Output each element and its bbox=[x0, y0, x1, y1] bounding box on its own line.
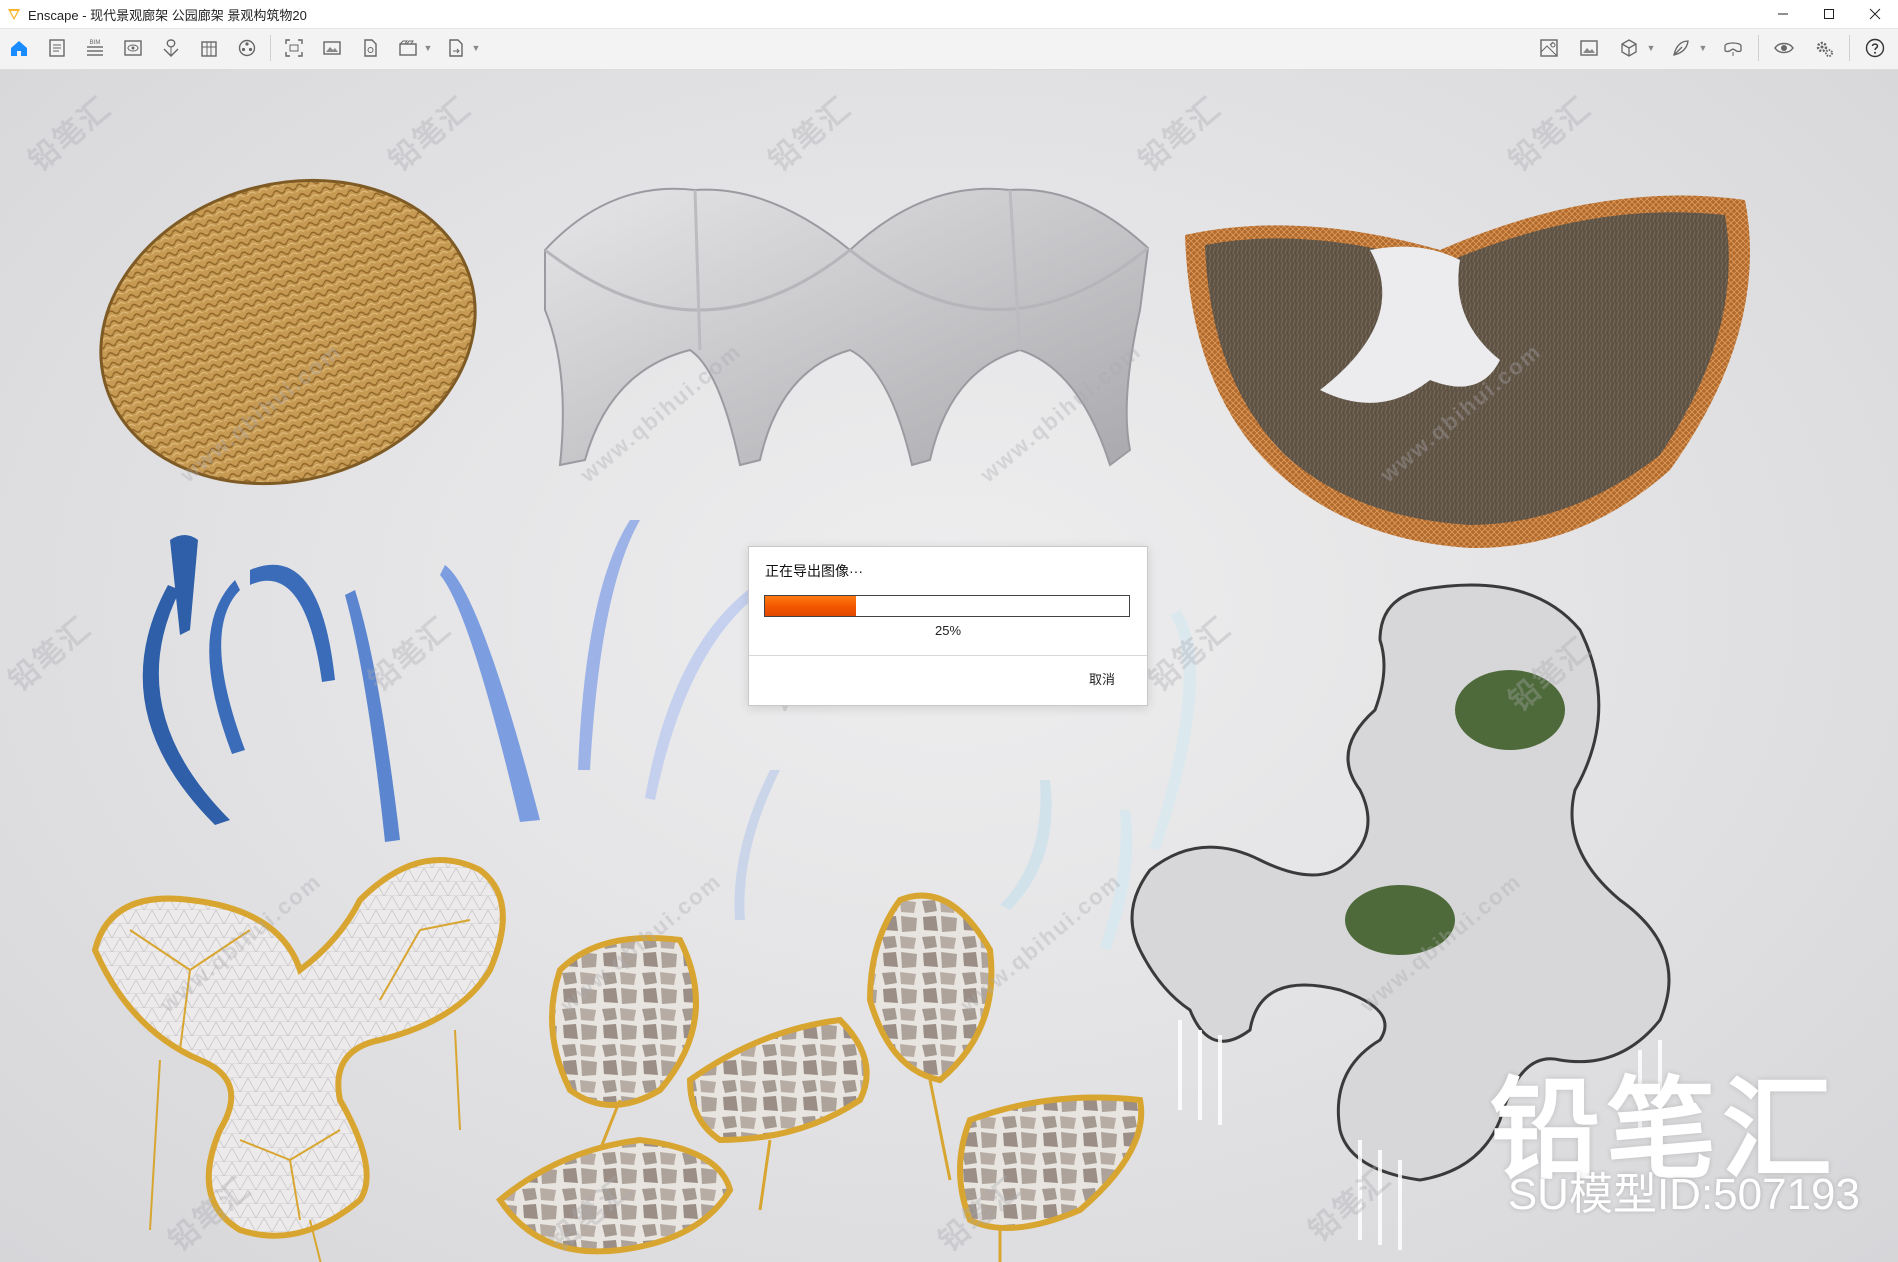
vr-button[interactable] bbox=[1718, 33, 1748, 63]
asset-library-button[interactable] bbox=[156, 33, 186, 63]
video-editor-button[interactable] bbox=[232, 33, 262, 63]
help-button[interactable] bbox=[1860, 33, 1890, 63]
object-mode-dropdown[interactable]: ▼ bbox=[1646, 33, 1656, 63]
document-icon bbox=[49, 39, 65, 57]
batch-render-icon bbox=[399, 40, 417, 56]
model-id-text: SU模型ID:507193 bbox=[1507, 1170, 1860, 1219]
cancel-button[interactable]: 取消 bbox=[1089, 669, 1115, 688]
maximize-button[interactable] bbox=[1806, 0, 1852, 28]
material-editor-button[interactable] bbox=[194, 33, 224, 63]
image-export-button[interactable] bbox=[317, 33, 347, 63]
dialog-title: 正在导出图像··· bbox=[765, 563, 863, 579]
bim-list-icon: BIM bbox=[87, 40, 103, 56]
asset-library-icon bbox=[163, 39, 179, 57]
vr-headset-icon bbox=[1724, 42, 1742, 56]
mesh-canopy bbox=[1185, 195, 1750, 549]
gold-glass-pavilion bbox=[91, 857, 506, 1262]
close-button[interactable] bbox=[1852, 0, 1898, 28]
title-bar: Enscape - 现代景观廊架 公园廊架 景观构筑物20 bbox=[0, 0, 1898, 29]
eye-view-icon bbox=[124, 40, 142, 56]
toolbar-separator bbox=[270, 35, 271, 61]
gallery-icon bbox=[1580, 40, 1598, 56]
bim-button[interactable]: BIM bbox=[80, 33, 110, 63]
eye-icon bbox=[1774, 42, 1794, 54]
toolbar-left-group: BIM ▼ ▼ bbox=[4, 33, 481, 63]
home-icon bbox=[11, 41, 27, 56]
atmosphere-button[interactable] bbox=[1666, 33, 1696, 63]
live-view-button[interactable] bbox=[1769, 33, 1799, 63]
home-button[interactable] bbox=[4, 33, 34, 63]
gallery-button[interactable] bbox=[1574, 33, 1604, 63]
settings-button[interactable] bbox=[1809, 33, 1839, 63]
documents-button[interactable] bbox=[42, 33, 72, 63]
export-dropdown[interactable]: ▼ bbox=[471, 33, 481, 63]
enscape-toolbar: BIM ▼ ▼ ▼ ▼ bbox=[0, 29, 1898, 92]
map-icon bbox=[1540, 39, 1558, 57]
export-icon bbox=[449, 39, 463, 57]
progress-fill bbox=[765, 596, 856, 616]
help-icon bbox=[1865, 38, 1885, 58]
image-icon bbox=[323, 41, 341, 55]
dialog-divider bbox=[749, 655, 1147, 656]
screenshot-icon bbox=[285, 39, 303, 57]
feather-icon bbox=[1673, 40, 1689, 56]
views-button[interactable] bbox=[118, 33, 148, 63]
toolbar-separator bbox=[1758, 35, 1759, 61]
atmosphere-dropdown[interactable]: ▼ bbox=[1698, 33, 1708, 63]
cube-icon bbox=[1621, 39, 1637, 57]
window-controls bbox=[1760, 0, 1898, 28]
batch-render-dropdown[interactable]: ▼ bbox=[423, 33, 433, 63]
building-icon bbox=[201, 41, 217, 57]
minimize-button[interactable] bbox=[1760, 0, 1806, 28]
export-progress-dialog: 正在导出图像··· 25% 取消 bbox=[748, 546, 1148, 706]
panorama-button[interactable] bbox=[355, 33, 385, 63]
enscape-logo-icon bbox=[8, 9, 20, 20]
settings-icon bbox=[1816, 41, 1833, 57]
progress-percent: 25% bbox=[934, 623, 962, 638]
toolbar-separator bbox=[1849, 35, 1850, 61]
export-button[interactable] bbox=[441, 33, 471, 63]
maximize-icon bbox=[1824, 9, 1834, 19]
screenshot-button[interactable] bbox=[279, 33, 309, 63]
panorama-icon bbox=[364, 39, 377, 57]
bim-label: BIM bbox=[90, 40, 101, 46]
toolbar-right-group: ▼ ▼ bbox=[1534, 33, 1890, 63]
minimap-button[interactable] bbox=[1534, 33, 1564, 63]
export-progress-bar bbox=[764, 595, 1130, 617]
video-icon bbox=[238, 39, 256, 57]
batch-render-button[interactable] bbox=[393, 33, 423, 63]
window-title: Enscape - 现代景观廊架 公园廊架 景观构筑物20 bbox=[28, 7, 307, 23]
wicker-pavilion bbox=[99, 178, 477, 486]
close-icon bbox=[1869, 8, 1881, 20]
object-mode-button[interactable] bbox=[1614, 33, 1644, 63]
minimize-icon bbox=[1778, 13, 1788, 15]
